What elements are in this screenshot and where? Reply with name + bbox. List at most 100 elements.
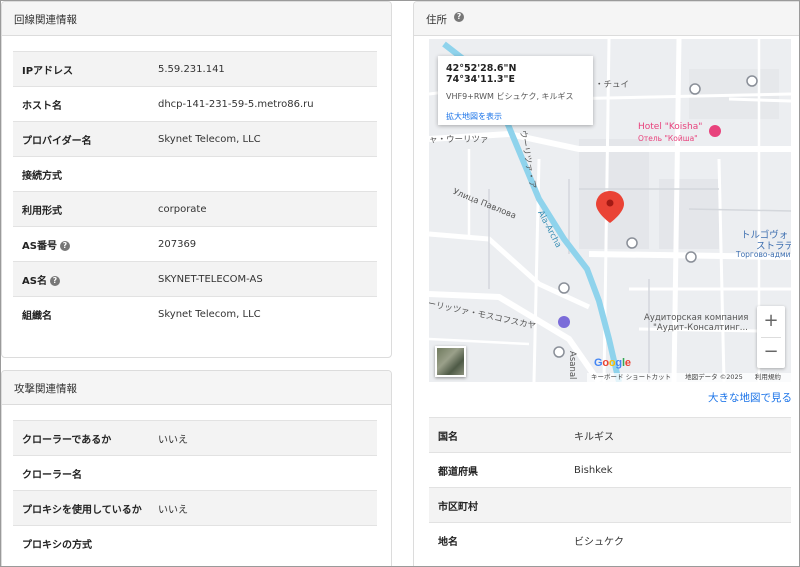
row-key: 利用形式 bbox=[13, 191, 158, 227]
row-key-label: 接続方式 bbox=[22, 170, 62, 182]
row-value: 207369 bbox=[158, 226, 377, 262]
row-key-label: プロキシを使用しているか bbox=[22, 504, 142, 516]
row-key: プロキシの方式 bbox=[13, 525, 158, 561]
table-row: 都道府県 Bishkek bbox=[429, 452, 791, 488]
row-value bbox=[158, 455, 377, 491]
table-row: 接続方式 bbox=[13, 156, 377, 192]
map-zoom-controls: + − bbox=[757, 306, 785, 368]
row-key: 国名 bbox=[429, 417, 574, 453]
row-key-label: クローラー名 bbox=[22, 469, 82, 481]
row-value bbox=[158, 525, 377, 561]
row-key: 市区町村 bbox=[429, 487, 574, 523]
row-key: IPアドレス bbox=[13, 51, 158, 87]
row-value: Bishkek bbox=[574, 452, 791, 488]
row-key-label: 市区町村 bbox=[438, 501, 478, 513]
line-info-header: 回線関連情報 bbox=[2, 2, 391, 36]
row-key-label: クローラーであるか bbox=[22, 434, 112, 446]
map-plus-code: VHF9+RWM ビシュケク, キルギス bbox=[446, 92, 574, 101]
map-enlarge-link[interactable]: 拡大地図を表示 bbox=[446, 111, 585, 122]
row-key-label: 国名 bbox=[438, 431, 458, 443]
attack-info-header: 攻撃関連情報 bbox=[2, 371, 391, 405]
row-key-label: 利用形式 bbox=[22, 205, 62, 217]
table-row: 市区町村 bbox=[429, 487, 791, 523]
map-label-audit2: "Аудит-Консалтинг... bbox=[653, 323, 748, 333]
table-row: IPアドレス 5.59.231.141 bbox=[13, 51, 377, 87]
row-key: 都道府県 bbox=[429, 452, 574, 488]
row-key: ホスト名 bbox=[13, 86, 158, 122]
map[interactable]: ・チュイ ャ・ウーリツァ Hotel "Koisha" Отель "Койша… bbox=[429, 39, 791, 382]
row-key: 接続方式 bbox=[13, 156, 158, 192]
row-key-label: 地名 bbox=[438, 536, 458, 548]
row-key-label: AS名 bbox=[22, 275, 47, 287]
page-frame: 回線関連情報 IPアドレス 5.59.231.141 ホスト名 dhcp-141-23… bbox=[0, 0, 800, 567]
row-key-label: 都道府県 bbox=[438, 466, 478, 478]
row-key: 組織名 bbox=[13, 296, 158, 332]
row-key-label: プロキシの方式 bbox=[22, 539, 92, 551]
table-row: クローラー名 bbox=[13, 455, 377, 491]
google-logo: Google bbox=[594, 357, 631, 369]
table-row: AS名? SKYNET-TELECOM-AS bbox=[13, 261, 377, 297]
table-row: 組織名 Skynet Telecom, LLC bbox=[13, 296, 377, 332]
row-value bbox=[158, 156, 377, 192]
attack-info-table: クローラーであるか いいえ クローラー名 プロキシを使用しているか いいえ プロキシの方式 bbox=[13, 420, 377, 561]
map-label-asanal: Asanal bbox=[567, 351, 577, 380]
table-row: 地名 ビシュケク bbox=[429, 522, 791, 558]
map-label-hotel: Hotel "Koisha" bbox=[638, 122, 703, 132]
map-label-hotel-ru: Отель "Койша" bbox=[638, 134, 698, 143]
row-value: ビシュケク bbox=[574, 522, 791, 558]
row-key: AS名? bbox=[13, 261, 158, 297]
table-row: プロバイダー名 Skynet Telecom, LLC bbox=[13, 121, 377, 157]
row-value: キルギス bbox=[574, 417, 791, 453]
help-icon[interactable]: ? bbox=[49, 275, 60, 286]
row-key-label: プロバイダー名 bbox=[22, 135, 92, 147]
table-row: プロキシを使用しているか いいえ bbox=[13, 490, 377, 526]
row-value: Skynet Telecom, LLC bbox=[158, 296, 377, 332]
row-key: AS番号? bbox=[13, 226, 158, 262]
address-header: 住所 ? bbox=[414, 2, 799, 36]
row-value: いいえ bbox=[158, 420, 377, 456]
row-value bbox=[574, 487, 791, 523]
table-row: クローラーであるか いいえ bbox=[13, 420, 377, 456]
table-row: ホスト名 dhcp-141-231-59-5.metro86.ru bbox=[13, 86, 377, 122]
row-value: Skynet Telecom, LLC bbox=[158, 121, 377, 157]
row-key: 地名 bbox=[429, 522, 574, 558]
row-value: 5.59.231.141 bbox=[158, 51, 377, 87]
attack-info-title: 攻撃関連情報 bbox=[14, 383, 77, 395]
line-info-table: IPアドレス 5.59.231.141 ホスト名 dhcp-141-231-59-5.… bbox=[13, 51, 377, 332]
row-key: プロバイダー名 bbox=[13, 121, 158, 157]
row-key-label: IPアドレス bbox=[22, 65, 74, 77]
help-icon[interactable]: ? bbox=[454, 12, 464, 22]
map-label-uulitsa-top: ャ・ウーリツァ bbox=[429, 135, 489, 145]
row-key: プロキシを使用しているか bbox=[13, 490, 158, 526]
terms-link[interactable]: 利用規約 bbox=[755, 373, 781, 381]
row-value: いいえ bbox=[158, 490, 377, 526]
big-map-link[interactable]: 大きな地図で見る bbox=[708, 390, 792, 405]
row-value: SKYNET-TELECOM-AS bbox=[158, 261, 377, 297]
row-key: クローラーであるか bbox=[13, 420, 158, 456]
address-title: 住所 bbox=[426, 14, 447, 26]
map-data-text: 地図データ ©2025 bbox=[685, 373, 743, 381]
line-info-title: 回線関連情報 bbox=[14, 14, 77, 26]
address-table: 国名 キルギス都道府県 Bishkek 市区町村地名 ビシュケク bbox=[429, 417, 791, 558]
keyboard-shortcuts-link[interactable]: キーボード ショートカット bbox=[591, 373, 671, 381]
row-key-label: 組織名 bbox=[22, 310, 52, 322]
map-coordinates: 42°52'28.6"N 74°34'11.3"E bbox=[446, 63, 517, 85]
row-value: corporate bbox=[158, 191, 377, 227]
map-label-audit1: Аудиторская компания bbox=[644, 313, 749, 323]
row-key-label: AS番号 bbox=[22, 240, 57, 252]
map-attribution: キーボード ショートカット 地図データ ©2025 利用規約 bbox=[587, 373, 791, 382]
row-key-label: ホスト名 bbox=[22, 100, 62, 112]
help-icon[interactable]: ? bbox=[59, 240, 70, 251]
table-row: プロキシの方式 bbox=[13, 525, 377, 561]
row-value: dhcp-141-231-59-5.metro86.ru bbox=[158, 86, 377, 122]
zoom-in-button[interactable]: + bbox=[757, 306, 785, 336]
map-info-window: 42°52'28.6"N 74°34'11.3"E VHF9+RWM ビシュケク… bbox=[438, 56, 593, 125]
zoom-out-button[interactable]: − bbox=[757, 337, 785, 367]
table-row: AS番号? 207369 bbox=[13, 226, 377, 262]
table-row: 利用形式 corporate bbox=[13, 191, 377, 227]
row-key: クローラー名 bbox=[13, 455, 158, 491]
table-row: 国名 キルギス bbox=[429, 417, 791, 453]
map-label-chui: ・チュイ bbox=[595, 80, 630, 90]
satellite-toggle[interactable] bbox=[435, 346, 466, 377]
map-label-trg3: Торгово-админи bbox=[736, 250, 791, 259]
